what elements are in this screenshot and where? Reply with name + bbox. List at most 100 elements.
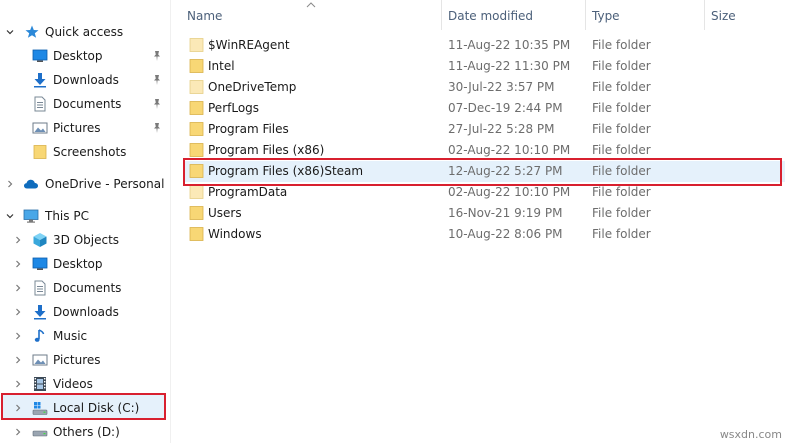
nav-label: 3D Objects xyxy=(53,233,120,247)
table-row[interactable]: $WinREAgent 11-Aug-22 10:35 PM File fold… xyxy=(185,35,785,56)
nav-label: OneDrive - Personal xyxy=(45,177,165,191)
nav-item-desktop-quick[interactable]: Desktop xyxy=(0,45,170,67)
cube-icon xyxy=(32,232,48,248)
file-name: Program Files xyxy=(208,122,289,136)
file-date: 10-Aug-22 8:06 PM xyxy=(448,227,563,241)
nav-label: Pictures xyxy=(53,353,101,367)
file-name: OneDriveTemp xyxy=(208,80,297,94)
chevron-right-icon[interactable] xyxy=(12,229,24,251)
chevron-right-icon[interactable] xyxy=(12,253,24,275)
desktop-icon xyxy=(32,256,48,272)
document-icon xyxy=(32,280,48,296)
file-date: 30-Jul-22 3:57 PM xyxy=(448,80,555,94)
column-header: Name Date modified Type Size xyxy=(171,0,792,30)
nav-item-downloads[interactable]: Downloads xyxy=(0,301,170,323)
download-arrow-icon xyxy=(32,72,48,88)
computer-icon xyxy=(23,208,39,224)
nav-label: Downloads xyxy=(53,305,119,319)
download-arrow-icon xyxy=(32,304,48,320)
nav-label: Videos xyxy=(53,377,93,391)
table-row[interactable]: Windows 10-Aug-22 8:06 PM File folder xyxy=(185,224,785,245)
chevron-right-icon[interactable] xyxy=(12,277,24,299)
pin-icon[interactable] xyxy=(151,74,163,86)
folder-icon xyxy=(189,206,205,220)
nav-label: Quick access xyxy=(45,25,124,39)
star-icon xyxy=(24,24,40,40)
table-row[interactable]: OneDriveTemp 30-Jul-22 3:57 PM File fold… xyxy=(185,77,785,98)
chevron-right-icon[interactable] xyxy=(12,397,24,419)
file-date: 27-Jul-22 5:28 PM xyxy=(448,122,555,136)
nav-item-onedrive[interactable]: OneDrive - Personal xyxy=(0,173,170,195)
film-icon xyxy=(32,376,48,392)
folder-icon xyxy=(189,101,205,115)
nav-item-documents-quick[interactable]: Documents xyxy=(0,93,170,115)
nav-label: This PC xyxy=(45,209,89,223)
chevron-down-icon[interactable] xyxy=(4,205,16,227)
pin-icon[interactable] xyxy=(151,98,163,110)
folder-icon xyxy=(189,143,205,157)
column-date-modified[interactable]: Date modified xyxy=(442,0,586,30)
desktop-icon xyxy=(32,48,48,64)
folder-icon xyxy=(189,59,205,73)
nav-item-this-pc[interactable]: This PC xyxy=(0,205,170,227)
nav-item-others-drive[interactable]: Others (D:) xyxy=(0,421,170,443)
watermark: wsxdn.com xyxy=(719,428,782,441)
chevron-down-icon[interactable] xyxy=(4,21,16,43)
file-type: File folder xyxy=(592,38,651,52)
pin-icon[interactable] xyxy=(151,122,163,134)
nav-item-pictures[interactable]: Pictures xyxy=(0,349,170,371)
nav-item-local-disk[interactable]: Local Disk (C:) xyxy=(0,397,170,419)
file-type: File folder xyxy=(592,227,651,241)
nav-item-music[interactable]: Music xyxy=(0,325,170,347)
nav-label: Pictures xyxy=(53,121,101,135)
folder-icon xyxy=(189,80,205,94)
table-row[interactable]: Program Files 27-Jul-22 5:28 PM File fol… xyxy=(185,119,785,140)
nav-item-quick-access[interactable]: Quick access xyxy=(0,21,170,43)
nav-label: Documents xyxy=(53,97,122,111)
nav-item-desktop[interactable]: Desktop xyxy=(0,253,170,275)
folder-icon xyxy=(32,144,48,160)
table-row[interactable]: PerfLogs 07-Dec-19 2:44 PM File folder xyxy=(185,98,785,119)
chevron-right-icon[interactable] xyxy=(12,373,24,395)
nav-label: Downloads xyxy=(53,73,119,87)
picture-icon xyxy=(32,352,48,368)
column-name[interactable]: Name xyxy=(181,0,441,30)
nav-item-documents[interactable]: Documents xyxy=(0,277,170,299)
file-type: File folder xyxy=(592,80,651,94)
file-name: Users xyxy=(208,206,242,220)
table-row[interactable]: Users 16-Nov-21 9:19 PM File folder xyxy=(185,203,785,224)
nav-label: Others (D:) xyxy=(53,425,120,439)
music-note-icon xyxy=(32,328,48,344)
nav-item-screenshots[interactable]: Screenshots xyxy=(0,141,170,163)
nav-label: Desktop xyxy=(53,49,103,63)
picture-icon xyxy=(32,120,48,136)
nav-label: Music xyxy=(53,329,88,343)
chevron-right-icon[interactable] xyxy=(4,173,16,195)
file-type: File folder xyxy=(592,206,651,220)
nav-item-pictures-quick[interactable]: Pictures xyxy=(0,117,170,139)
column-size[interactable]: Size xyxy=(705,0,785,30)
file-date: 11-Aug-22 11:30 PM xyxy=(448,59,571,73)
nav-label: Desktop xyxy=(53,257,103,271)
nav-label: Documents xyxy=(53,281,122,295)
folder-icon xyxy=(189,122,205,136)
column-type[interactable]: Type xyxy=(586,0,704,30)
file-date: 16-Nov-21 9:19 PM xyxy=(448,206,563,220)
drive-icon xyxy=(32,424,48,440)
file-type: File folder xyxy=(592,101,651,115)
file-name: Intel xyxy=(208,59,235,73)
chevron-right-icon[interactable] xyxy=(12,325,24,347)
nav-item-videos[interactable]: Videos xyxy=(0,373,170,395)
chevron-right-icon[interactable] xyxy=(12,421,24,443)
file-type: File folder xyxy=(592,122,651,136)
file-type: File folder xyxy=(592,59,651,73)
folder-icon xyxy=(189,227,205,241)
table-row[interactable]: Intel 11-Aug-22 11:30 PM File folder xyxy=(185,56,785,77)
pin-icon[interactable] xyxy=(151,50,163,62)
chevron-right-icon[interactable] xyxy=(12,301,24,323)
chevron-right-icon[interactable] xyxy=(12,349,24,371)
nav-item-downloads-quick[interactable]: Downloads xyxy=(0,69,170,91)
document-icon xyxy=(32,96,48,112)
nav-item-3d-objects[interactable]: 3D Objects xyxy=(0,229,170,251)
folder-icon xyxy=(189,185,205,199)
